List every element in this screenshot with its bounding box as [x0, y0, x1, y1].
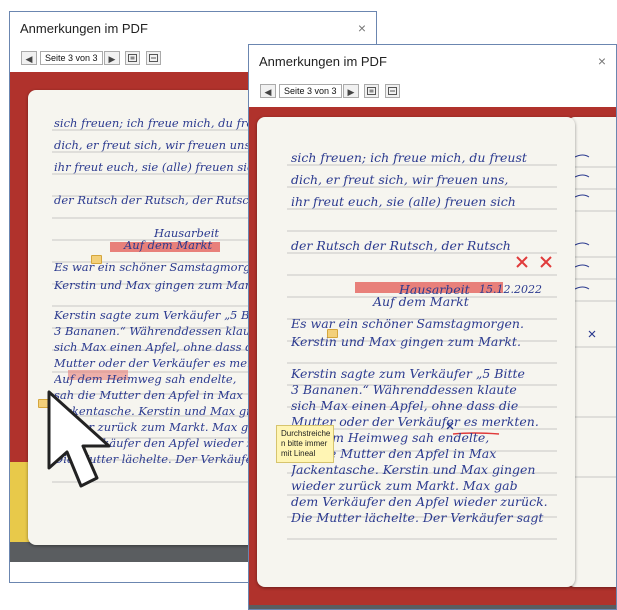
front-document-viewer: sich freuen; ich freue mich, du freust d…	[249, 107, 616, 609]
front-window-title: Anmerkungen im PDF	[259, 54, 387, 69]
front-fit-width-icon[interactable]	[385, 84, 400, 98]
front-comment-tooltip: Durchstreiche n bitte immer mit Lineal	[276, 425, 334, 463]
front-hw-line2: dich, er freut sich, wir freuen uns,	[291, 172, 509, 187]
front-hw-heading-row: Hausarbeit 15.12.2022	[291, 279, 571, 301]
back-page-indicator: Seite 3 von 3	[40, 51, 103, 65]
front-close-icon[interactable]: ×	[598, 53, 606, 69]
front-hw-date: 15.12.2022	[479, 283, 542, 296]
front-prev-page-button[interactable]: ◀	[260, 84, 276, 98]
front-hw-line3: ihr freut euch, sie (alle) freuen sich	[291, 194, 516, 209]
front-comment-note-icon[interactable]	[327, 329, 338, 338]
back-fit-page-icon[interactable]	[125, 51, 140, 65]
front-hw-line4: der Rutsch der Rutsch, der Rutsch	[291, 238, 511, 253]
front-hw-para12: Die Mutter lächelte. Der Verkäufer sagt	[291, 510, 544, 525]
back-hw-para2: Kerstin und Max gingen zum Markt.	[54, 278, 266, 292]
back-close-icon[interactable]: ×	[358, 20, 366, 36]
back-prev-page-button[interactable]: ◀	[21, 51, 37, 65]
back-window-title: Anmerkungen im PDF	[20, 21, 148, 36]
front-next-page-button[interactable]: ▶	[343, 84, 359, 98]
arrow-cursor-icon	[47, 390, 111, 488]
back-comment-note-icon[interactable]	[91, 255, 102, 264]
back-hw-subheading: Auf dem Markt	[124, 238, 213, 252]
front-fit-page-icon[interactable]	[364, 84, 379, 98]
back-hw-line2: dich, er freut sich, wir freuen uns,	[54, 138, 255, 152]
back-next-page-button[interactable]: ▶	[104, 51, 120, 65]
front-hw-heading: Hausarbeit	[399, 282, 470, 297]
front-handwriting: sich freuen; ich freue mich, du freust d…	[291, 147, 571, 529]
back-hw-line3: ihr freut euch, sie (alle) freuen sich	[54, 160, 261, 174]
back-hw-line4: der Rutsch der Rutsch, der Rutsch	[54, 193, 257, 207]
front-notebook-page: sich freuen; ich freue mich, du freust d…	[257, 117, 575, 587]
back-title-bar: Anmerkungen im PDF ×	[10, 12, 376, 46]
front-toolbar: ◀ Seite 3 von 3 ▶	[249, 79, 616, 106]
back-fit-width-icon[interactable]	[146, 51, 161, 65]
front-page-indicator: Seite 3 von 3	[279, 84, 342, 98]
back-hw-line1: sich freuen; ich freue mich, du freust	[54, 116, 268, 130]
front-hw-line1: sich freuen; ich freue mich, du freust	[291, 150, 527, 165]
front-table-edge	[249, 605, 616, 609]
front-title-bar: Anmerkungen im PDF ×	[249, 45, 616, 79]
front-pdf-window: Anmerkungen im PDF × ◀ Seite 3 von 3 ▶ s…	[248, 44, 617, 610]
